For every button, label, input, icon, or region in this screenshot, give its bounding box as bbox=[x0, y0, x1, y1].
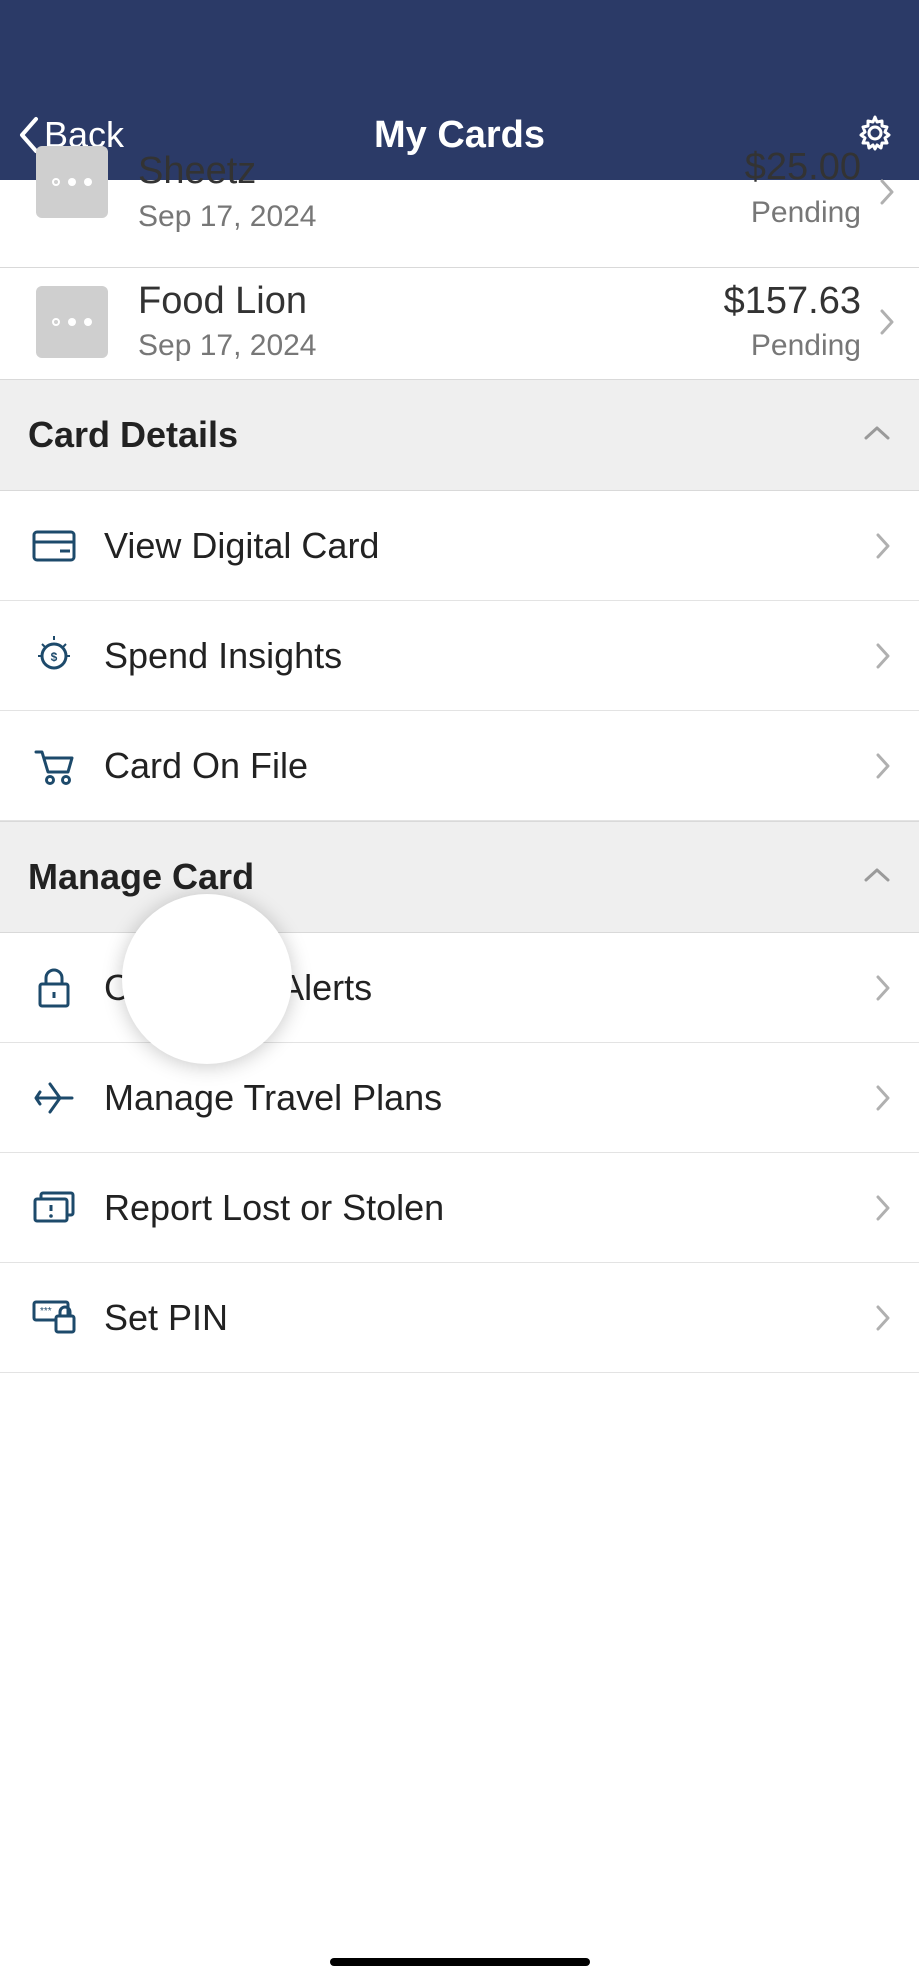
menu-view-digital-card[interactable]: View Digital Card bbox=[0, 491, 919, 601]
cards-alert-icon bbox=[28, 1186, 80, 1230]
merchant-placeholder-icon bbox=[36, 286, 108, 358]
transactions-list: Sheetz Sep 17, 2024 $25.00 Pending Food … bbox=[0, 180, 919, 380]
merchant-placeholder-icon bbox=[36, 146, 108, 218]
pin-lock-icon: *** bbox=[28, 1296, 80, 1340]
transaction-date: Sep 17, 2024 bbox=[138, 200, 745, 234]
airplane-icon bbox=[28, 1076, 80, 1120]
menu-label: Manage Travel Plans bbox=[80, 1077, 871, 1119]
menu-controls-alerts[interactable]: Controls & Alerts bbox=[0, 933, 919, 1043]
transaction-status: Pending bbox=[751, 196, 861, 230]
chevron-right-icon bbox=[871, 752, 895, 780]
chevron-up-icon bbox=[863, 866, 891, 889]
chevron-right-icon bbox=[871, 1194, 895, 1222]
svg-text:***: *** bbox=[40, 1306, 52, 1317]
menu-spend-insights[interactable]: $ Spend Insights bbox=[0, 601, 919, 711]
transaction-amount: $157.63 bbox=[724, 280, 861, 324]
menu-label: View Digital Card bbox=[80, 525, 871, 567]
transaction-amount: $25.00 bbox=[745, 146, 861, 190]
menu-label: Set PIN bbox=[80, 1297, 871, 1339]
transaction-merchant: Sheetz bbox=[138, 150, 745, 194]
section-header-manage-card[interactable]: Manage Card bbox=[0, 821, 919, 933]
section-title: Manage Card bbox=[28, 856, 254, 898]
lightbulb-icon: $ bbox=[28, 634, 80, 678]
section-title: Card Details bbox=[28, 414, 238, 456]
chevron-up-icon bbox=[863, 424, 891, 447]
home-indicator bbox=[330, 1958, 590, 1966]
chevron-right-icon bbox=[871, 1084, 895, 1112]
menu-manage-travel-plans[interactable]: Manage Travel Plans bbox=[0, 1043, 919, 1153]
section-header-card-details[interactable]: Card Details bbox=[0, 380, 919, 491]
transaction-date: Sep 17, 2024 bbox=[138, 329, 724, 363]
menu-report-lost-stolen[interactable]: Report Lost or Stolen bbox=[0, 1153, 919, 1263]
transaction-merchant: Food Lion bbox=[138, 280, 724, 324]
chevron-right-icon bbox=[875, 178, 899, 206]
chevron-right-icon bbox=[871, 974, 895, 1002]
chevron-right-icon bbox=[871, 1304, 895, 1332]
menu-set-pin[interactable]: *** Set PIN bbox=[0, 1263, 919, 1373]
menu-label: Spend Insights bbox=[80, 635, 871, 677]
chevron-right-icon bbox=[871, 642, 895, 670]
menu-card-on-file[interactable]: Card On File bbox=[0, 711, 919, 821]
transaction-status: Pending bbox=[751, 329, 861, 363]
menu-label: Card On File bbox=[80, 745, 871, 787]
chevron-right-icon bbox=[875, 308, 899, 336]
svg-text:$: $ bbox=[51, 650, 58, 664]
card-icon bbox=[28, 524, 80, 568]
transaction-row[interactable]: Sheetz Sep 17, 2024 $25.00 Pending bbox=[0, 180, 919, 268]
transaction-row[interactable]: Food Lion Sep 17, 2024 $157.63 Pending bbox=[0, 268, 919, 380]
menu-label: Controls & Alerts bbox=[80, 967, 871, 1009]
menu-label: Report Lost or Stolen bbox=[80, 1187, 871, 1229]
lock-icon bbox=[28, 966, 80, 1010]
cart-icon bbox=[28, 744, 80, 788]
status-bar bbox=[0, 0, 919, 90]
chevron-right-icon bbox=[871, 532, 895, 560]
